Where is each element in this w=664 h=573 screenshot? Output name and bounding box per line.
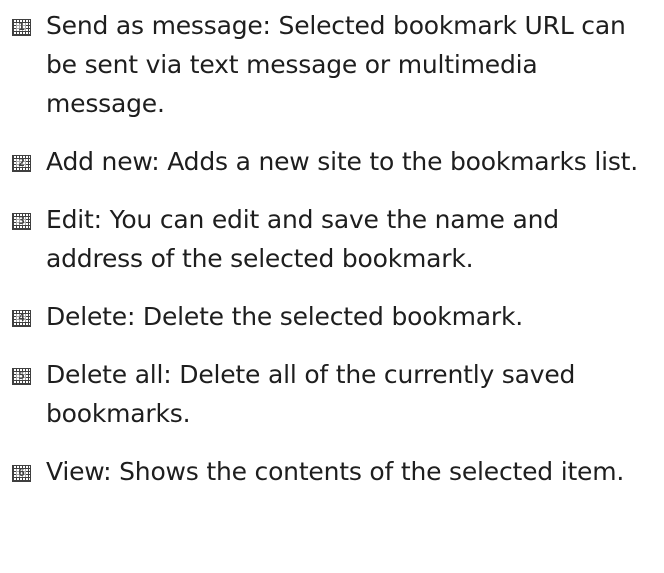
list-item-text: Edit: You can edit and save the name and… bbox=[46, 205, 559, 273]
number-5-icon: 5 bbox=[12, 368, 31, 385]
list-item-delete: 4 Delete: Delete the selected bookmark. bbox=[12, 297, 660, 336]
number-4-icon: 4 bbox=[12, 310, 31, 327]
list-item-text: Send as message: Selected bookmark URL c… bbox=[46, 11, 626, 118]
list-item-delete-all: 5 Delete all: Delete all of the currentl… bbox=[12, 355, 660, 433]
list-item-edit: 3 Edit: You can edit and save the name a… bbox=[12, 200, 660, 278]
number-3-icon: 3 bbox=[12, 213, 31, 230]
number-2-icon: 2 bbox=[12, 155, 31, 172]
number-1-icon: 1 bbox=[12, 19, 31, 36]
list-item-send-as-message: 1 Send as message: Selected bookmark URL… bbox=[12, 6, 660, 123]
list-item-text: Delete all: Delete all of the currently … bbox=[46, 360, 576, 428]
list-item-add-new: 2 Add new: Adds a new site to the bookma… bbox=[12, 142, 660, 181]
option-list: 1 Send as message: Selected bookmark URL… bbox=[12, 6, 660, 510]
list-item-text: Delete: Delete the selected bookmark. bbox=[46, 302, 523, 331]
list-item-text: View: Shows the contents of the selected… bbox=[46, 457, 625, 486]
number-6-icon: 6 bbox=[12, 465, 31, 482]
list-item-view: 6 View: Shows the contents of the select… bbox=[12, 452, 660, 491]
list-item-text: Add new: Adds a new site to the bookmark… bbox=[46, 147, 639, 176]
